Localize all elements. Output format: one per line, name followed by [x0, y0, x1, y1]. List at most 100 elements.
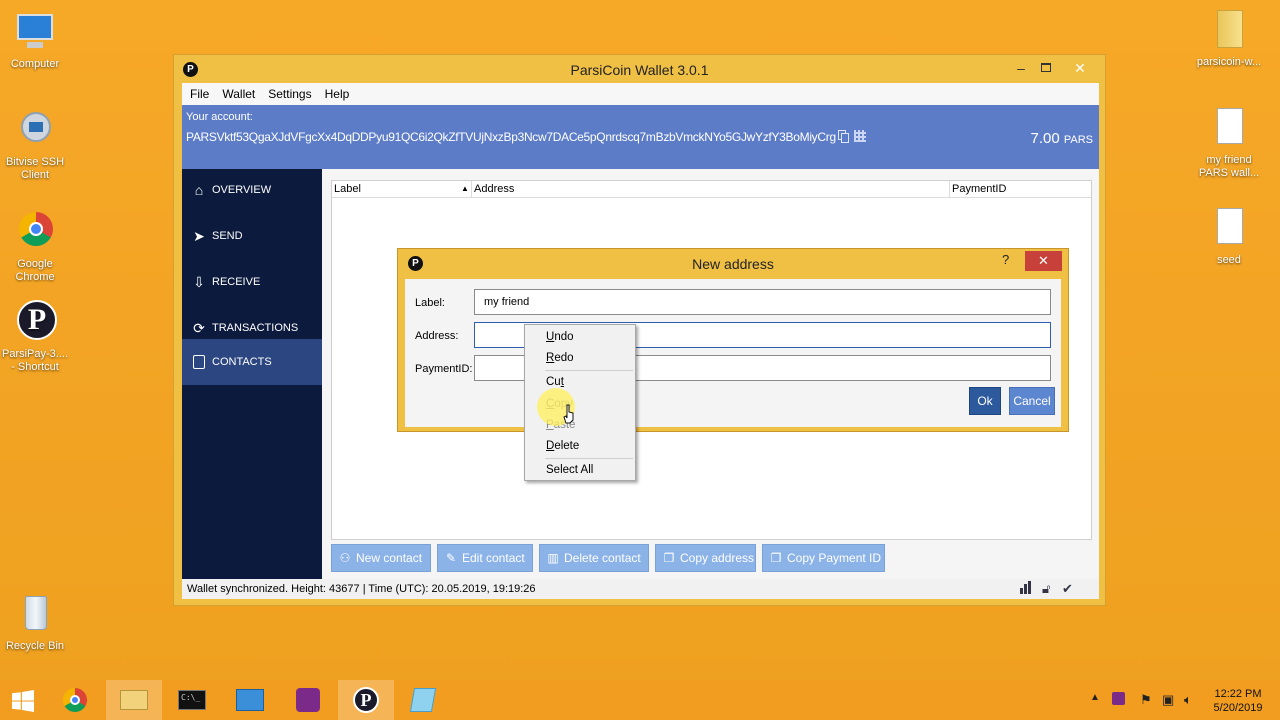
nav-label: CONTACTS	[212, 356, 272, 368]
taskbar-notepad[interactable]	[396, 680, 452, 720]
window-titlebar[interactable]: P ParsiCoin Wallet 3.0.1 – ✕	[174, 55, 1105, 83]
menu-settings[interactable]: Settings	[260, 83, 316, 101]
desktop-icon-label: parsicoin-w...	[1196, 56, 1262, 68]
copy-icon: ❐	[770, 551, 782, 565]
unlock-icon[interactable]: 🔓︎	[1042, 581, 1050, 597]
cancel-button[interactable]: Cancel	[1009, 387, 1055, 415]
edit-contact-button[interactable]: ✎ Edit contact	[437, 544, 533, 572]
help-button[interactable]: ?	[1002, 252, 1009, 267]
taskbar-parsicoin-wallet[interactable]: P	[338, 680, 394, 720]
desktop-icon-parsipay[interactable]: P ParsiPay-3.... - Shortcut	[0, 300, 70, 374]
account-label: Your account:	[186, 111, 253, 123]
transactions-icon: ⟳	[193, 320, 205, 336]
taskbar-file-explorer[interactable]	[106, 680, 162, 720]
network-icon[interactable]: ▣	[1162, 692, 1174, 708]
home-icon: ⌂	[194, 182, 204, 198]
button-label: Copy address	[680, 551, 755, 565]
dialog-close-button[interactable]: ✕	[1025, 251, 1062, 271]
terminal-icon: C:\_	[178, 690, 206, 710]
copy-payment-id-button[interactable]: ❐ Copy Payment ID	[762, 544, 885, 572]
taskbar-control-panel[interactable]	[222, 680, 278, 720]
label-caption: Label:	[415, 297, 445, 309]
new-address-dialog: P New address ? ✕ Label: my friend Addre…	[397, 248, 1069, 432]
delete-contact-button[interactable]: ▥ Delete contact	[539, 544, 649, 572]
pencil-icon: ✎	[445, 551, 457, 565]
desktop-icon-seed-file[interactable]: seed	[1194, 206, 1264, 267]
balance: 7.00 PARS	[1030, 130, 1093, 147]
menu-item-delete[interactable]: Delete	[546, 440, 579, 452]
volume-icon[interactable]: 🔈︎	[1184, 692, 1192, 708]
sidebar: ⌂ OVERVIEW ➤ SEND ⇩ RECEIVE ⟳ TRANSACTIO…	[182, 169, 322, 579]
menu-bar: File Wallet Settings Help	[182, 83, 1099, 105]
desktop-icon-bitvise[interactable]: Bitvise SSH Client	[0, 108, 70, 182]
desktop-icon-label: seed	[1217, 254, 1241, 266]
receive-icon: ⇩	[193, 274, 205, 290]
desktop-icon-computer[interactable]: Computer	[0, 10, 70, 71]
table-header: Label ▲ Address PaymentID	[332, 181, 1091, 198]
computer-icon	[13, 10, 57, 54]
taskbar-media-app[interactable]	[280, 680, 336, 720]
paymentid-caption: PaymentID:	[415, 363, 473, 375]
menu-wallet[interactable]: Wallet	[214, 83, 260, 101]
taskbar: C:\_ P ▲ ⚑ ▣ 🔈︎ 12:22 PM 5/20/2019	[0, 680, 1280, 720]
minimize-button[interactable]: –	[1009, 59, 1033, 77]
ok-button[interactable]: Ok	[969, 387, 1001, 415]
qr-code-icon[interactable]	[853, 129, 867, 143]
button-label: New contact	[356, 551, 423, 565]
show-hidden-icons-button[interactable]: ▲	[1090, 692, 1100, 703]
taskbar-chrome[interactable]	[48, 680, 104, 720]
new-contact-button[interactable]: ⚇ New contact	[331, 544, 431, 572]
close-icon: ✕	[1038, 253, 1049, 268]
maximize-button[interactable]	[1034, 59, 1058, 77]
nav-label: RECEIVE	[212, 276, 261, 288]
add-user-icon: ⚇	[339, 551, 351, 565]
account-bar: Your account: PARSVktf53QgaXJdVFgcXx4DqD…	[182, 105, 1099, 169]
button-label: Edit contact	[462, 551, 525, 565]
dialog-body: Label: my friend Address: PaymentID: Ok …	[405, 279, 1061, 427]
nav-overview[interactable]: ⌂ OVERVIEW	[182, 169, 322, 211]
send-icon: ➤	[193, 228, 205, 244]
desktop-icon-parsicoin-folder[interactable]: parsicoin-w...	[1194, 8, 1264, 69]
column-address[interactable]: Address	[474, 183, 514, 195]
menu-item-cut[interactable]: Cut	[546, 376, 564, 388]
action-center-icon[interactable]: ⚑	[1140, 692, 1152, 708]
clock-time: 12:22 PM	[1214, 688, 1262, 700]
clock-date: 5/20/2019	[1213, 702, 1263, 714]
menu-item-label: Cu	[546, 376, 561, 388]
menu-item-label: ndo	[554, 331, 574, 343]
status-bar: Wallet synchronized. Height: 43677 | Tim…	[182, 579, 1099, 599]
app-tray-icon[interactable]	[1112, 692, 1125, 708]
desktop-icon-chrome[interactable]: Google Chrome	[0, 210, 70, 284]
column-separator	[949, 181, 950, 197]
nav-label: OVERVIEW	[212, 184, 272, 196]
maximize-icon	[1041, 63, 1051, 72]
menu-item-select-all[interactable]: Select All	[546, 464, 593, 476]
start-button[interactable]	[0, 680, 48, 720]
label-field[interactable]: my friend	[474, 289, 1051, 315]
copy-icon[interactable]	[836, 129, 850, 143]
menu-item-undo[interactable]: Undo	[546, 331, 574, 343]
desktop-icon-label: Bitvise SSH Client	[5, 156, 65, 181]
menu-help[interactable]: Help	[317, 83, 355, 101]
menu-separator	[545, 370, 633, 371]
menu-item-redo[interactable]: Redo	[546, 352, 574, 364]
column-paymentid[interactable]: PaymentID	[952, 183, 1006, 195]
parsipay-icon: P	[13, 300, 57, 344]
nav-send[interactable]: ➤ SEND	[182, 215, 322, 257]
chrome-icon	[63, 688, 87, 712]
column-separator	[471, 181, 472, 197]
clock[interactable]: 12:22 PM 5/20/2019	[1210, 687, 1266, 715]
button-label: Copy Payment ID	[787, 551, 882, 565]
nav-receive[interactable]: ⇩ RECEIVE	[182, 261, 322, 303]
menu-file[interactable]: File	[182, 83, 214, 101]
text-file-icon	[1207, 206, 1251, 250]
desktop-icon-recycle-bin[interactable]: Recycle Bin	[0, 592, 70, 653]
windows-logo-icon	[12, 690, 34, 712]
desktop-icon-my-friend-file[interactable]: my friend PARS wall...	[1194, 106, 1264, 180]
close-button[interactable]: ✕	[1068, 59, 1092, 77]
signal-bars-icon	[1020, 581, 1031, 597]
column-label[interactable]: Label	[334, 183, 361, 195]
nav-contacts[interactable]: CONTACTS	[182, 339, 322, 385]
taskbar-cmd[interactable]: C:\_	[164, 680, 220, 720]
copy-address-button[interactable]: ❐ Copy address	[655, 544, 756, 572]
